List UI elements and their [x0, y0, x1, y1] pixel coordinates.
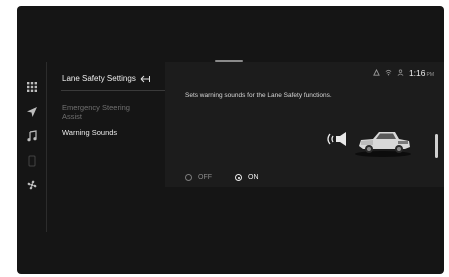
status-bar: 1:16PM [373, 68, 434, 78]
back-arrow-icon[interactable] [139, 72, 151, 84]
menu-item-label-line2: Assist [62, 112, 83, 121]
apps-grid-icon[interactable] [25, 80, 39, 94]
menu-divider [61, 90, 167, 91]
warning-speaker-icon [325, 130, 349, 148]
option-off-label: OFF [198, 174, 212, 181]
menu-item-label: Warning Sounds [62, 128, 118, 137]
clock-ampm: PM [426, 72, 435, 78]
option-off[interactable]: OFF [185, 174, 212, 181]
settings-menu: Lane Safety Settings Emergency Steering … [47, 62, 167, 232]
pickup-truck-image [353, 126, 413, 158]
user-icon [397, 69, 404, 78]
infotainment-screen: Lane Safety Settings Emergency Steering … [17, 6, 444, 274]
music-note-icon[interactable] [25, 129, 39, 143]
menu-item-emergency-steering-assist: Emergency Steering Assist [62, 103, 130, 121]
menu-item-warning-sounds[interactable]: Warning Sounds [62, 128, 117, 137]
navigation-arrow-icon[interactable] [25, 105, 39, 119]
setting-description: Sets warning sounds for the Lane Safety … [185, 92, 332, 99]
sidebar [17, 62, 47, 232]
wifi-icon [385, 69, 392, 78]
signal-icon [373, 68, 380, 78]
radio-off[interactable] [185, 174, 192, 181]
menu-item-label: Emergency Steering [62, 103, 130, 112]
scrollbar[interactable] [435, 134, 438, 158]
option-on-label: ON [248, 174, 259, 181]
menu-title: Lane Safety Settings [62, 74, 136, 83]
clock-time: 1:16 [408, 68, 426, 78]
phone-icon[interactable] [25, 154, 39, 168]
content-panel: 1:16PM Sets warning sounds for the Lane … [165, 62, 444, 187]
radio-on[interactable] [235, 174, 242, 181]
fan-icon[interactable] [25, 178, 39, 192]
option-on[interactable]: ON [235, 174, 259, 181]
